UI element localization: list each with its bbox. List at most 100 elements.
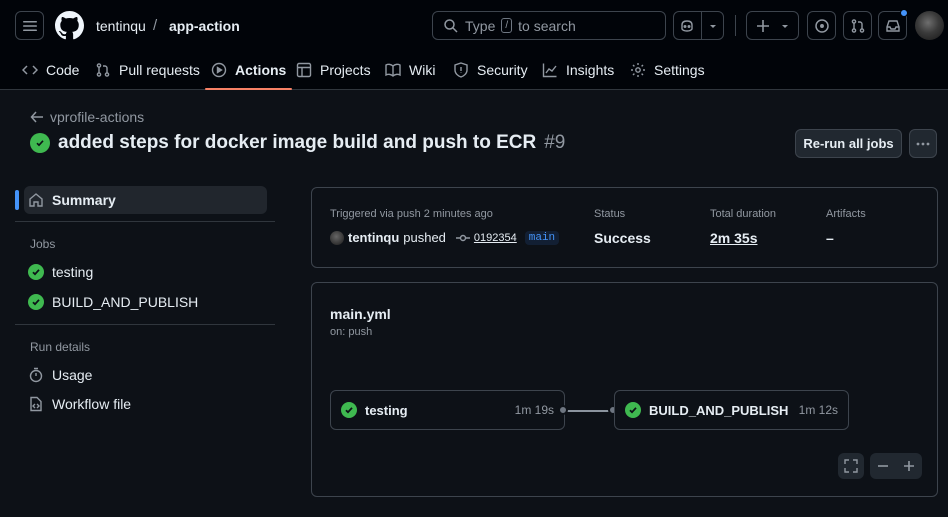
rerun-all-jobs-button[interactable]: Re-run all jobs xyxy=(795,129,902,158)
fullscreen-button[interactable] xyxy=(838,453,864,479)
search-shortcut-key: / xyxy=(501,18,513,33)
run-title: added steps for docker image build and p… xyxy=(58,132,537,153)
artifacts-value: – xyxy=(826,230,834,246)
sidebar-item-summary[interactable]: Summary xyxy=(24,186,267,214)
pull-request-icon xyxy=(851,18,864,33)
chevron-down-icon xyxy=(710,24,716,28)
sidebar-item-label: Summary xyxy=(52,192,116,208)
job-connector xyxy=(565,410,614,412)
menu-button[interactable] xyxy=(15,11,44,40)
repo-owner-link[interactable]: tentinqu xyxy=(96,18,146,34)
shield-icon xyxy=(454,62,468,78)
search-placeholder-suffix: to search xyxy=(518,17,576,34)
sidebar-item-label: Workflow file xyxy=(52,396,132,412)
job-name: BUILD_AND_PUBLISH xyxy=(649,402,789,418)
zoom-in-button[interactable] xyxy=(896,453,922,479)
search-input[interactable]: Type / to search xyxy=(432,11,666,40)
screen-full-icon xyxy=(844,459,858,473)
workflow-file-name: main.yml xyxy=(330,306,391,322)
back-to-workflow-link[interactable]: vprofile-actions xyxy=(30,109,144,125)
tab-actions[interactable]: Actions xyxy=(204,52,293,90)
artifacts-label: Artifacts xyxy=(826,208,866,220)
sidebar-item-workflow-file[interactable]: Workflow file xyxy=(24,390,267,418)
branch-label[interactable]: main xyxy=(524,230,560,245)
table-icon xyxy=(296,62,312,78)
plus-icon xyxy=(904,461,914,471)
home-icon xyxy=(29,193,43,207)
duration-value[interactable]: 2m 35s xyxy=(710,230,757,246)
kebab-horizontal-icon xyxy=(916,142,930,145)
sidebar-item-label: testing xyxy=(52,264,94,280)
status-value: Success xyxy=(594,230,651,246)
tab-label: Settings xyxy=(654,62,705,78)
repo-name-link[interactable]: app-action xyxy=(169,18,240,34)
inbox-icon xyxy=(885,19,900,32)
play-icon xyxy=(211,62,227,78)
commit-icon xyxy=(455,234,470,241)
gear-icon xyxy=(631,63,645,77)
tab-label: Wiki xyxy=(409,62,436,78)
arrow-left-icon xyxy=(30,111,43,123)
tab-insights[interactable]: Insights xyxy=(542,52,614,88)
tab-label: Actions xyxy=(235,62,287,78)
tab-label: Code xyxy=(46,62,80,78)
commit-sha-link[interactable]: 0192354 xyxy=(474,232,517,244)
actor-link[interactable]: tentinqu xyxy=(348,230,399,245)
run-details-heading: Run details xyxy=(30,340,91,354)
success-check-icon xyxy=(30,133,50,153)
run-summary-card: Triggered via push 2 minutes ago tentinq… xyxy=(311,187,938,268)
job-duration: 1m 12s xyxy=(798,403,838,417)
job-name: testing xyxy=(365,402,408,418)
sidebar-item-job-build-and-publish[interactable]: BUILD_AND_PUBLISH xyxy=(24,288,267,316)
jobs-heading: Jobs xyxy=(30,237,56,251)
sidebar-item-usage[interactable]: Usage xyxy=(24,361,267,389)
tab-code[interactable]: Code xyxy=(22,52,79,88)
pull-request-icon xyxy=(96,63,110,77)
copilot-icon xyxy=(681,19,693,32)
success-check-icon xyxy=(625,402,641,418)
connector-dot xyxy=(558,405,568,415)
run-title-row: added steps for docker image build and p… xyxy=(30,132,565,154)
notification-indicator xyxy=(900,9,908,17)
graph-job-testing[interactable]: testing 1m 19s xyxy=(330,390,565,430)
tab-pull-requests[interactable]: Pull requests xyxy=(95,52,200,88)
tab-settings[interactable]: Settings xyxy=(630,52,705,88)
tab-wiki[interactable]: Wiki xyxy=(385,52,435,88)
workflow-graph-card: main.yml on: push testing 1m 19s BUILD_A… xyxy=(311,282,938,497)
breadcrumb-separator: / xyxy=(153,17,158,34)
github-logo-icon[interactable] xyxy=(55,11,84,40)
graph-icon xyxy=(542,63,557,78)
copilot-button[interactable] xyxy=(673,11,724,40)
tab-label: Pull requests xyxy=(119,62,200,78)
tab-label: Insights xyxy=(566,62,615,78)
file-code-icon xyxy=(30,396,42,412)
success-check-icon xyxy=(28,264,44,280)
sidebar-active-indicator xyxy=(15,190,19,210)
pull-requests-button[interactable] xyxy=(843,11,872,40)
create-new-button[interactable] xyxy=(746,11,799,40)
success-check-icon xyxy=(341,402,357,418)
sidebar-item-label: BUILD_AND_PUBLISH xyxy=(52,294,199,310)
tab-projects[interactable]: Projects xyxy=(296,52,371,88)
issue-opened-icon xyxy=(814,18,829,33)
sidebar-item-job-testing[interactable]: testing xyxy=(24,258,267,286)
sidebar-item-label: Usage xyxy=(52,367,93,383)
status-label: Status xyxy=(594,208,626,220)
chevron-down-icon xyxy=(781,24,788,28)
minus-icon xyxy=(878,465,888,467)
tab-security[interactable]: Security xyxy=(453,52,528,88)
tab-label: Security xyxy=(477,62,528,78)
graph-job-build-and-publish[interactable]: BUILD_AND_PUBLISH 1m 12s xyxy=(614,390,849,430)
sidebar-divider xyxy=(15,221,275,222)
zoom-out-button[interactable] xyxy=(870,453,896,479)
stopwatch-icon xyxy=(29,367,43,383)
more-options-button[interactable] xyxy=(909,129,937,158)
plus-icon xyxy=(756,19,769,32)
search-placeholder-prefix: Type xyxy=(465,17,496,34)
avatar[interactable] xyxy=(915,11,944,40)
issues-button[interactable] xyxy=(807,11,836,40)
duration-label: Total duration xyxy=(710,208,777,220)
global-header: tentinqu / app-action Type / to search C… xyxy=(0,0,948,90)
header-divider xyxy=(735,15,736,36)
sidebar-divider xyxy=(15,324,275,325)
